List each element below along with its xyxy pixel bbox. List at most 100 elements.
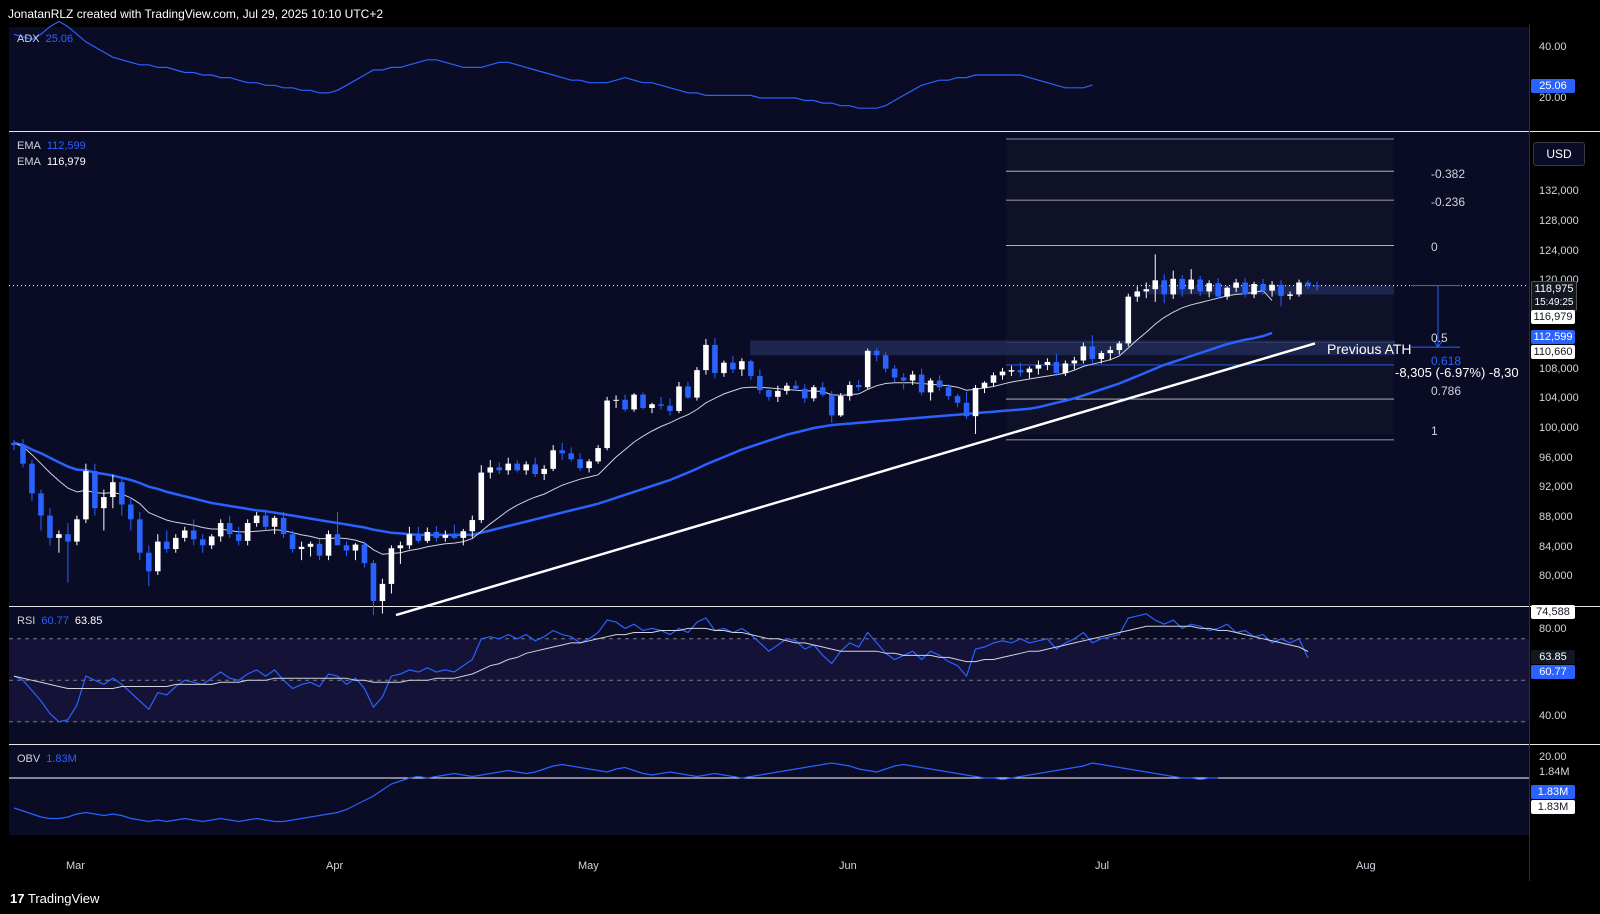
candle-body [999,371,1006,376]
candle-body [748,361,754,377]
candle-body [199,539,206,546]
currency-button[interactable]: USD [1533,142,1585,166]
rsi-tick-20: 20.00 [1539,751,1567,763]
candle-body [658,404,664,406]
ema-blue-value: 112,599 [46,140,86,152]
candle-body [74,519,80,542]
candle-body [631,394,637,410]
candle-body [945,387,952,397]
candle-body [280,517,287,535]
last-price-badge: 118,975 15:49:25 [1531,281,1577,311]
last-price: 118,975 [1534,283,1574,295]
candle-body [316,543,323,556]
candle-body [1215,283,1221,297]
candle-body [505,463,512,471]
candle-body [253,515,260,524]
rsi-value: 60.77 [41,615,69,627]
candle-body [1080,346,1087,361]
adx-name: ADX [17,33,40,45]
candle-body [146,552,152,572]
x-tick-aug: Aug [1356,860,1376,872]
obv-badge: 1.83M [1531,785,1575,799]
ema-slow-legend[interactable]: EMA 112,599 [17,140,86,152]
adx-last-badge: 25.06 [1531,79,1575,93]
candle-body [307,543,314,547]
candle-body [640,394,646,408]
ema-fast-legend[interactable]: EMA 116,979 [17,156,86,168]
candle-body [1107,350,1114,354]
candle-body [1044,361,1051,365]
candle-body [1152,280,1159,290]
candle-body [1053,361,1060,374]
price-tick: 100,000 [1539,422,1579,434]
candle-body [379,583,386,601]
candle-body [568,453,574,460]
rsi-ma-value: 63.85 [74,615,103,627]
candle-body [361,544,368,564]
ema-fast-name: EMA [17,156,41,168]
candle-body [496,467,503,471]
rsi-badge: 60.77 [1531,665,1575,679]
adx-tick-40: 40.00 [1539,41,1567,53]
candle-body [38,493,44,516]
candle-body [757,376,763,391]
price-tick: 108,000 [1539,363,1579,375]
obv-tick: 1.84M [1539,766,1570,778]
candle-body [954,396,961,403]
candle-body [406,534,413,546]
candle-body [92,471,98,509]
previous-ath-label[interactable]: Previous ATH [1327,341,1412,357]
candle-body [208,536,215,546]
rsi-legend[interactable]: RSI 60.77 63.85 [17,615,102,627]
price-tick: 88,000 [1539,511,1573,523]
candle-body [433,531,440,538]
rsi-ma-badge: 63.85 [1531,650,1575,664]
candle-body [487,467,494,473]
candle-body [1017,370,1024,373]
fib-label: 0 [1431,240,1438,254]
candle-body [873,350,880,356]
bar-countdown: 15:49:25 [1534,297,1574,308]
obv-legend[interactable]: OBV 1.83M [17,753,77,765]
candle-body [1026,368,1033,373]
candle-body [1071,360,1078,364]
candle-body [1287,294,1293,296]
candle-body [469,520,476,532]
candle-body [766,390,772,397]
candle-body [586,461,592,469]
candle-body [1278,284,1284,296]
candle-body [1188,279,1194,290]
candle-body [235,534,242,541]
candle-body [1260,284,1266,291]
candle-body [1062,363,1069,374]
candle-body [918,374,925,393]
candle-body [137,519,143,553]
adx-value: 25.06 [45,33,74,45]
candle-body [972,387,979,417]
candle-body [1170,278,1177,295]
candle-body [1125,296,1132,344]
rsi-tick-40: 40.00 [1539,710,1567,722]
candle-body [352,544,359,551]
tradingview-logo[interactable]: 17 TradingView [10,891,99,906]
candle-body [559,450,565,454]
price-tick: 84,000 [1539,541,1573,553]
adx-legend[interactable]: ADX 25.06 [17,33,73,45]
candle-body [1143,289,1150,292]
candle-body [855,384,862,388]
chart-canvas[interactable] [0,0,1600,914]
candle-body [154,541,161,572]
candle-body [1197,279,1203,292]
candle-body [83,471,89,520]
candle-body [694,370,700,398]
candle-body [442,534,449,538]
candle-body [65,534,71,542]
candle-body [1161,280,1168,295]
obv-ma-badge: 1.83M [1531,800,1575,814]
candle-body [101,497,107,509]
candle-body [739,361,745,370]
candle-body [712,344,718,374]
measure-label[interactable]: -8,305 (-6.97%) -8,30 [1395,365,1519,380]
candle-body [936,380,943,388]
candle-body [298,546,305,550]
